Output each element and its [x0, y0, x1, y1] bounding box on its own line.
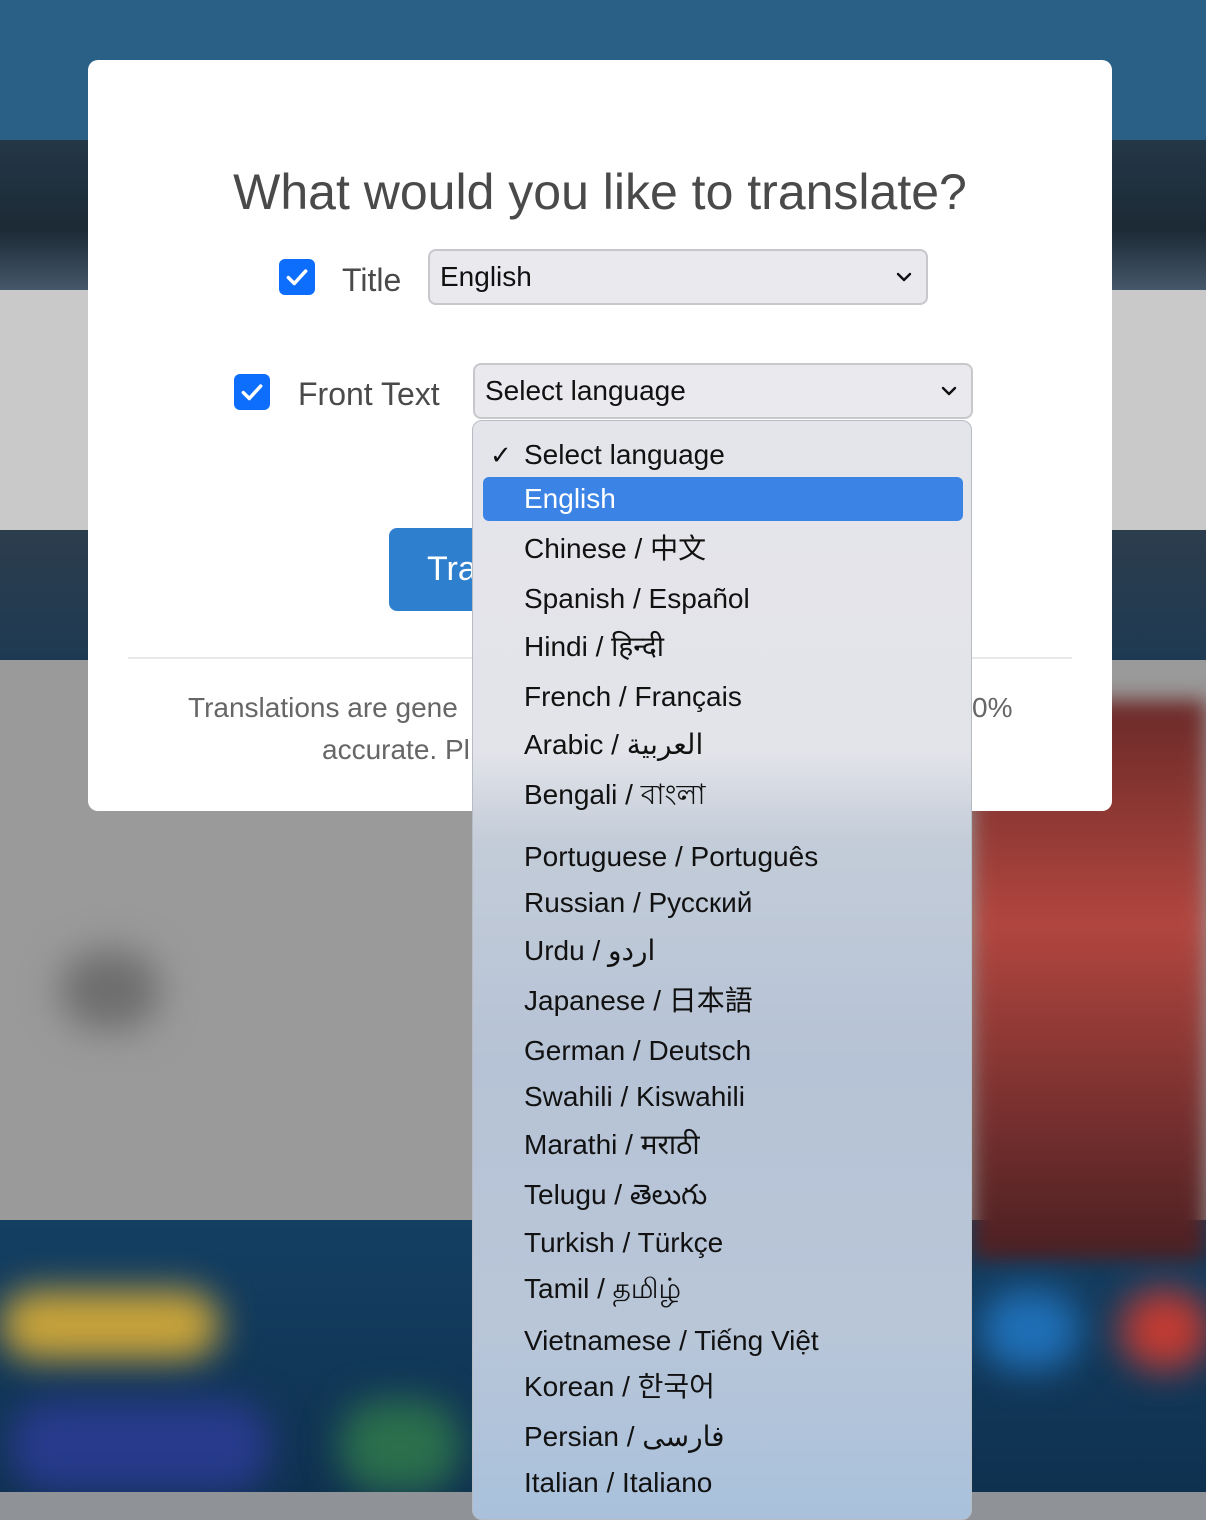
disclaimer-text-left: Translations are gene	[188, 692, 458, 723]
language-dropdown-list[interactable]: ✓ Select language English Chinese / 中文 Spani…	[472, 420, 972, 1520]
dropdown-option[interactable]: ✓ Select language	[483, 433, 963, 477]
dropdown-option[interactable]: Urdu / اردو	[483, 929, 963, 973]
dropdown-option-label: Telugu / తెలుగు	[524, 1179, 708, 1210]
dropdown-option[interactable]: Japanese / 日本語	[483, 979, 963, 1023]
dropdown-option-label: Urdu / اردو	[524, 935, 656, 966]
dropdown-option-label: German / Deutsch	[524, 1035, 752, 1066]
dropdown-option-label: Italian / Italiano	[524, 1467, 713, 1498]
chevron-down-icon	[896, 272, 912, 282]
dropdown-option[interactable]: Telugu / తెలుగు	[483, 1173, 963, 1217]
checkmark-icon	[241, 384, 263, 401]
disclaimer-text-right: 0%	[972, 692, 1013, 723]
dropdown-option[interactable]: Vietnamese / Tiếng Việt	[483, 1319, 963, 1363]
front-text-checkbox[interactable]	[234, 374, 270, 410]
dropdown-option[interactable]: German / Deutsch	[483, 1029, 963, 1073]
modal-title: What would you like to translate?	[233, 164, 967, 220]
dropdown-option[interactable]: Turkish / Türkçe	[483, 1221, 963, 1265]
dropdown-option-label: Bengali / বাংলা	[524, 779, 706, 810]
translate-button-label: Tra	[427, 550, 477, 588]
background-button-blur	[1120, 1290, 1206, 1370]
title-label: Title	[342, 262, 402, 298]
checkmark-icon	[286, 269, 308, 286]
checkmark-icon: ✓	[490, 440, 512, 470]
dropdown-option-label: Japanese / 日本語	[524, 985, 753, 1016]
dropdown-option-label: Turkish / Türkçe	[524, 1227, 724, 1258]
dropdown-option-label: French / Français	[524, 681, 742, 712]
dropdown-option[interactable]: English	[483, 477, 963, 521]
chevron-down-icon	[941, 386, 957, 396]
dropdown-option-label: Russian / Русский	[524, 887, 753, 918]
background-button-blur	[980, 1290, 1080, 1370]
background-card-blur	[10, 1400, 270, 1492]
dropdown-option[interactable]: Portuguese / Português	[483, 835, 963, 879]
front-text-language-select[interactable]: Select language	[473, 363, 973, 419]
dropdown-option-label: Korean / 한국어	[524, 1371, 715, 1402]
disclaimer-text-line2: accurate. Pl	[322, 734, 470, 765]
dropdown-option[interactable]: Persian / فارسی	[483, 1415, 963, 1459]
title-select-value: English	[440, 261, 532, 292]
dropdown-option-label: Select language	[524, 439, 725, 470]
dropdown-option-label: Marathi / मराठी	[524, 1129, 700, 1160]
dropdown-option[interactable]: Arabic / العربية	[483, 723, 963, 767]
background-card-blur	[340, 1400, 460, 1492]
dropdown-option-label: English	[524, 483, 616, 514]
dropdown-option[interactable]: Hindi / हिन्दी	[483, 625, 963, 669]
dropdown-option-label: Portuguese / Português	[524, 841, 819, 872]
dropdown-option[interactable]: Russian / Русский	[483, 881, 963, 925]
background-button-blur	[0, 1290, 220, 1360]
background-blur	[60, 950, 160, 1030]
dropdown-option[interactable]: Italian / Italiano	[483, 1461, 963, 1505]
dropdown-option-label: Persian / فارسی	[524, 1421, 725, 1452]
title-language-select[interactable]: English	[428, 249, 928, 305]
dropdown-option-label: Swahili / Kiswahili	[524, 1081, 745, 1112]
dropdown-option-label: Tamil / தமிழ்	[524, 1273, 682, 1304]
dropdown-option[interactable]: Tamil / தமிழ்	[483, 1267, 963, 1311]
dropdown-option-label: Hindi / हिन्दी	[524, 631, 665, 662]
dropdown-option[interactable]: Marathi / मराठी	[483, 1123, 963, 1167]
title-checkbox[interactable]	[279, 259, 315, 295]
dropdown-option[interactable]: Chinese / 中文	[483, 527, 963, 571]
dropdown-option-label: Chinese / 中文	[524, 533, 707, 564]
dropdown-option[interactable]: Korean / 한국어	[483, 1365, 963, 1409]
dropdown-option[interactable]: Spanish / Español	[483, 577, 963, 621]
front-text-select-value: Select language	[485, 375, 686, 406]
dropdown-option-label: Arabic / العربية	[524, 729, 704, 760]
dropdown-option-label: Vietnamese / Tiếng Việt	[524, 1325, 819, 1356]
front-text-label: Front Text	[298, 376, 440, 412]
dropdown-option[interactable]: French / Français	[483, 675, 963, 719]
dropdown-option[interactable]: Swahili / Kiswahili	[483, 1075, 963, 1119]
dropdown-option-label: Spanish / Español	[524, 583, 750, 614]
dropdown-option[interactable]: Bengali / বাংলা	[483, 773, 963, 817]
